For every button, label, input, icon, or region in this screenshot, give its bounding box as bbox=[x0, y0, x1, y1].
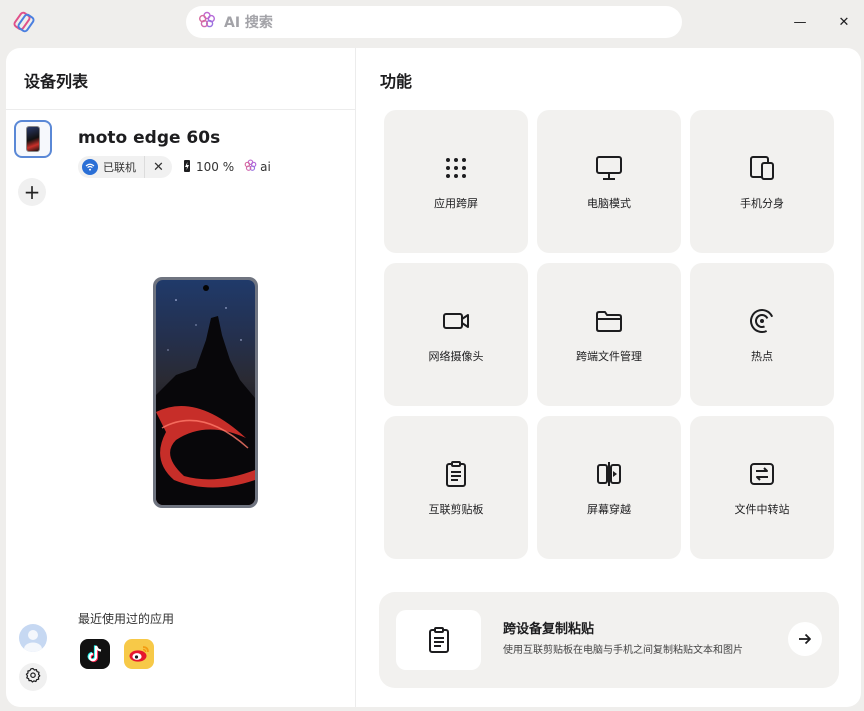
phone-mini-icon bbox=[26, 126, 40, 152]
feature-label: 文件中转站 bbox=[734, 502, 790, 516]
ai-flower-icon bbox=[244, 159, 257, 175]
screen-swap-icon bbox=[597, 461, 621, 486]
phone-mirror-icon bbox=[750, 155, 774, 180]
weibo-app-icon[interactable] bbox=[124, 639, 154, 669]
hotspot-icon bbox=[750, 308, 774, 333]
clipboard-card-description: 使用互联剪贴板在电脑与手机之间复制粘贴文本和图片 bbox=[503, 645, 743, 656]
feature-tile-app-cross-screen[interactable]: 应用跨屏 bbox=[384, 110, 528, 253]
connection-pill: 已联机 ✕ bbox=[78, 156, 172, 178]
battery-status: 100 % bbox=[182, 159, 234, 176]
feature-label: 手机分身 bbox=[740, 196, 784, 210]
device-name: moto edge 60s bbox=[78, 128, 221, 148]
close-button[interactable]: ✕ bbox=[834, 12, 854, 32]
user-avatar[interactable] bbox=[19, 624, 47, 652]
feature-tile-file-transfer[interactable]: 文件中转站 bbox=[690, 416, 834, 559]
device-phone-preview bbox=[153, 277, 258, 508]
feature-label: 互联剪贴板 bbox=[428, 502, 484, 516]
folder-icon bbox=[596, 310, 622, 332]
cross-device-copy-card[interactable]: 跨设备复制粘贴 使用互联剪贴板在电脑与手机之间复制粘贴文本和图片 bbox=[379, 592, 839, 688]
feature-label: 应用跨屏 bbox=[434, 196, 478, 210]
clipboard-card-go-button[interactable] bbox=[788, 622, 822, 656]
device-list-panel: 设备列表 + moto edge 60s 已联机 ✕ 100 % ai 最近使用… bbox=[6, 48, 356, 707]
battery-charging-icon bbox=[182, 159, 192, 176]
settings-button[interactable] bbox=[19, 663, 47, 691]
phone-screen bbox=[156, 280, 255, 505]
minimize-icon: — bbox=[793, 14, 807, 30]
clipboard-icon-box bbox=[396, 610, 481, 670]
add-device-button[interactable]: + bbox=[18, 178, 46, 206]
monitor-icon bbox=[596, 155, 622, 180]
tiktok-app-icon[interactable] bbox=[80, 639, 110, 669]
clipboard-icon bbox=[428, 627, 449, 653]
front-camera bbox=[203, 285, 209, 291]
feature-tile-screen-cross[interactable]: 屏幕穿越 bbox=[537, 416, 681, 559]
device-status-row: 已联机 ✕ 100 % ai bbox=[78, 156, 271, 178]
disconnect-button[interactable]: ✕ bbox=[144, 156, 172, 178]
close-icon: ✕ bbox=[838, 14, 850, 30]
device-list-title: 设备列表 bbox=[24, 72, 89, 91]
feature-tile-file-manager[interactable]: 跨端文件管理 bbox=[537, 263, 681, 406]
features-panel: 功能 应用跨屏 电脑模式 手机分身 网络摄像头 跨端文件管理 热点 互联剪贴板 … bbox=[356, 48, 861, 707]
wifi-icon bbox=[82, 159, 98, 175]
feature-tile-webcam[interactable]: 网络摄像头 bbox=[384, 263, 528, 406]
feature-label: 热点 bbox=[751, 349, 773, 363]
transfer-icon bbox=[750, 462, 774, 485]
search-placeholder: AI 搜索 bbox=[224, 15, 273, 31]
features-title: 功能 bbox=[380, 72, 413, 91]
feature-tile-clipboard[interactable]: 互联剪贴板 bbox=[384, 416, 528, 559]
main-panel: 设备列表 + moto edge 60s 已联机 ✕ 100 % ai 最近使用… bbox=[6, 48, 861, 707]
clipboard-icon bbox=[446, 460, 466, 487]
close-icon: ✕ bbox=[153, 159, 164, 175]
grid-dots-icon bbox=[446, 157, 466, 178]
arrow-right-icon bbox=[799, 633, 811, 645]
gear-icon bbox=[25, 667, 41, 687]
connection-status: 已联机 bbox=[103, 161, 136, 174]
feature-label: 网络摄像头 bbox=[428, 349, 484, 363]
device-thumbnail[interactable] bbox=[14, 120, 52, 158]
recent-apps-title: 最近使用过的应用 bbox=[78, 612, 175, 626]
ai-flower-icon bbox=[198, 11, 216, 33]
battery-level: 100 % bbox=[196, 160, 235, 174]
ai-badge: ai bbox=[244, 159, 271, 175]
app-logo-icon bbox=[12, 10, 36, 34]
feature-label: 跨端文件管理 bbox=[576, 349, 642, 363]
feature-label: 屏幕穿越 bbox=[587, 502, 631, 516]
plus-icon: + bbox=[23, 180, 41, 204]
video-camera-icon bbox=[443, 312, 469, 329]
ai-search-bar[interactable]: AI 搜索 bbox=[186, 6, 682, 38]
feature-tile-hotspot[interactable]: 热点 bbox=[690, 263, 834, 406]
feature-tile-phone-mirror[interactable]: 手机分身 bbox=[690, 110, 834, 253]
feature-tile-pc-mode[interactable]: 电脑模式 bbox=[537, 110, 681, 253]
divider bbox=[6, 109, 356, 110]
ai-label: ai bbox=[260, 160, 271, 174]
clipboard-card-title: 跨设备复制粘贴 bbox=[503, 622, 595, 637]
feature-label: 电脑模式 bbox=[587, 196, 631, 210]
minimize-button[interactable]: — bbox=[790, 12, 810, 32]
